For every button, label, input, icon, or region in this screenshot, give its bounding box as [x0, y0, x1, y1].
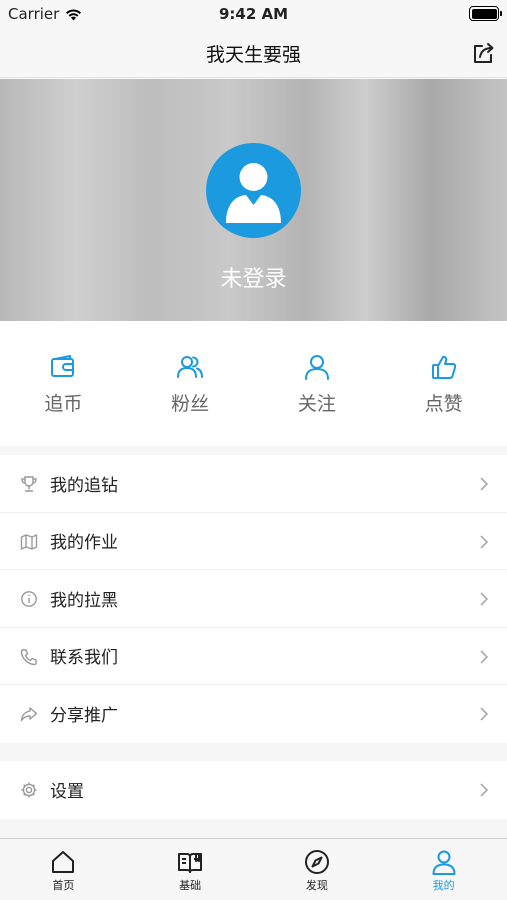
- menu-item-homework[interactable]: 我的作业: [0, 513, 507, 570]
- stat-likes-label: 点赞: [424, 393, 463, 415]
- menu-item-share[interactable]: 分享推广: [0, 685, 507, 743]
- user-avatar-icon[interactable]: [206, 143, 301, 238]
- tab-label: 发现: [305, 879, 328, 892]
- login-status[interactable]: 未登录: [0, 261, 507, 293]
- tab-discover[interactable]: 发现: [254, 839, 381, 900]
- share-arrow-icon: [20, 707, 38, 722]
- menu-list: 我的追钻 我的作业 我的拉黑 联系我们 分享推广: [0, 455, 507, 743]
- menu-item-label: 分享推广: [50, 706, 118, 727]
- status-bar: Carrier 9:42 AM: [0, 0, 507, 28]
- battery-icon: [469, 6, 502, 21]
- menu-item-label: 设置: [50, 782, 84, 803]
- chevron-right-icon: [480, 707, 489, 721]
- menu-item-settings[interactable]: 设置: [0, 761, 507, 819]
- followers-icon: [177, 356, 204, 378]
- tab-label: 我的: [432, 879, 455, 892]
- page-title: 我天生要强: [205, 44, 301, 66]
- home-icon: [52, 851, 75, 873]
- chevron-right-icon: [480, 592, 489, 606]
- tab-basics[interactable]: 基础: [127, 839, 254, 900]
- menu-item-diamonds[interactable]: 我的追钻: [0, 455, 507, 513]
- menu-item-contact[interactable]: 联系我们: [0, 628, 507, 685]
- chevron-right-icon: [480, 477, 489, 491]
- stat-coins-label: 追币: [44, 393, 83, 415]
- book-icon: [178, 853, 203, 873]
- tab-profile[interactable]: 我的: [380, 839, 507, 900]
- chevron-right-icon: [480, 649, 489, 664]
- map-icon: [20, 533, 38, 550]
- menu-item-label: 我的追钻: [50, 475, 118, 496]
- navigation-bar: 我天生要强: [0, 28, 507, 78]
- tab-home[interactable]: 首页: [0, 839, 127, 900]
- gear-icon: [21, 782, 37, 798]
- phone-icon: [20, 648, 37, 665]
- settings-list: 设置: [0, 761, 507, 819]
- tab-bar: 首页 基础 发现 我的: [0, 838, 507, 900]
- chevron-right-icon: [480, 783, 489, 797]
- profile-header: 未登录: [0, 79, 507, 321]
- status-time: 9:42 AM: [218, 5, 289, 23]
- stats-row: 追币 粉丝 关注 点赞: [0, 321, 507, 446]
- tab-label: 基础: [179, 879, 202, 892]
- stat-coins[interactable]: 追币: [0, 321, 127, 446]
- stat-likes[interactable]: 点赞: [380, 321, 507, 446]
- menu-item-label: 我的作业: [50, 533, 118, 554]
- menu-item-label: 联系我们: [50, 648, 118, 669]
- tab-label: 首页: [52, 879, 75, 892]
- stat-followers[interactable]: 粉丝: [127, 321, 254, 446]
- thumbs-up-icon: [431, 355, 456, 379]
- menu-item-label: 我的拉黑: [50, 590, 118, 611]
- stat-following-label: 关注: [297, 393, 336, 415]
- stat-following[interactable]: 关注: [254, 321, 381, 446]
- share-icon[interactable]: [471, 40, 497, 66]
- compass-icon: [304, 850, 329, 874]
- stat-followers-label: 粉丝: [171, 393, 210, 415]
- wallet-icon: [51, 355, 75, 377]
- chevron-right-icon: [480, 534, 489, 549]
- person-icon: [304, 355, 329, 380]
- menu-item-blocklist[interactable]: 我的拉黑: [0, 570, 507, 628]
- profile-icon: [432, 850, 456, 875]
- trophy-icon: [21, 476, 37, 492]
- info-icon: [21, 591, 37, 607]
